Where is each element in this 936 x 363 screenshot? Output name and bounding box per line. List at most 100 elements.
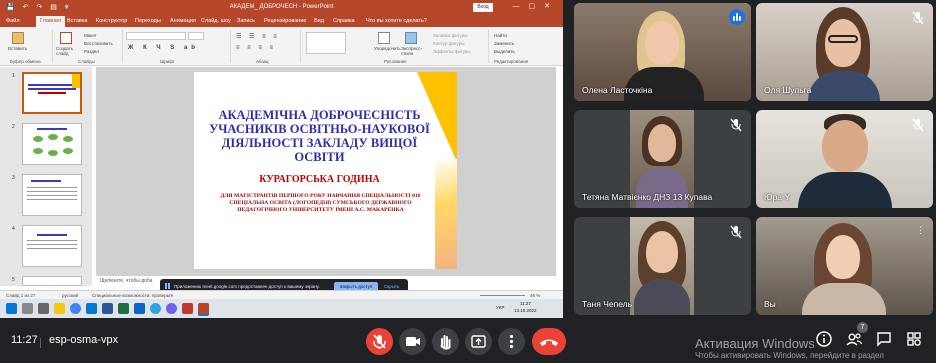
slide-thumbnail-2[interactable] xyxy=(22,123,82,165)
tab-design[interactable]: Конструктор xyxy=(96,18,127,24)
tab-file[interactable]: Файл xyxy=(6,18,20,24)
outlook-icon[interactable] xyxy=(134,303,145,314)
layout-button[interactable]: Макет xyxy=(84,33,97,38)
tab-animations[interactable]: Анимация xyxy=(170,18,196,24)
participant-tile[interactable]: Оля Шульга xyxy=(756,3,933,101)
ribbon-tabs: Файл Главная Вставка Конструктор Переход… xyxy=(0,15,563,27)
thumb-number: 3 xyxy=(12,175,15,181)
mic-off-icon xyxy=(730,225,742,239)
word-icon[interactable] xyxy=(102,303,113,314)
new-slide-button[interactable]: Создать слайд xyxy=(56,46,78,56)
viber-icon[interactable] xyxy=(166,303,177,314)
more-icon xyxy=(509,334,514,349)
arrange-button[interactable]: Упорядочить xyxy=(374,46,401,51)
new-slide-icon[interactable] xyxy=(60,32,72,44)
tab-transitions[interactable]: Переходы xyxy=(135,18,161,24)
mic-off-icon xyxy=(730,118,742,132)
raise-hand-button[interactable] xyxy=(432,328,459,355)
edge-icon[interactable] xyxy=(86,303,97,314)
hangup-icon xyxy=(540,339,558,346)
select-button[interactable]: Выделить xyxy=(494,49,515,54)
leave-call-button[interactable] xyxy=(532,328,566,355)
hide-banner-button[interactable]: Скрыть xyxy=(384,284,399,289)
activities-icon[interactable] xyxy=(905,330,923,348)
participant-tile[interactable]: Юра Y xyxy=(756,110,933,208)
participant-name: Юра Y xyxy=(764,192,791,202)
more-options-icon[interactable]: ⋮ xyxy=(916,225,925,236)
search-icon[interactable] xyxy=(22,303,33,314)
font-format-buttons[interactable]: Ж К Ч S ab xyxy=(128,45,199,51)
quick-styles-button[interactable]: Экспресс-стили xyxy=(401,46,425,56)
task-view-icon[interactable] xyxy=(38,303,49,314)
tab-review[interactable]: Рецензирование xyxy=(264,18,306,24)
font-name-field[interactable] xyxy=(126,32,186,40)
slide-thumbnail-1[interactable] xyxy=(22,72,82,114)
more-options-button[interactable] xyxy=(498,328,525,355)
participant-tile[interactable]: Олена Ласточкіна xyxy=(574,3,751,101)
tab-insert[interactable]: Вставка xyxy=(67,18,87,24)
tell-me-search[interactable]: Что вы хотите сделать? xyxy=(366,18,427,24)
telegram-icon[interactable] xyxy=(150,303,161,314)
paste-icon[interactable] xyxy=(12,32,24,44)
pause-icon xyxy=(165,283,170,289)
replace-button[interactable]: Заменить xyxy=(494,41,514,46)
participant-tile[interactable]: Тетяна Матвієнко ДНЗ 13 Купава xyxy=(574,110,751,208)
powerpoint-icon[interactable] xyxy=(198,303,209,314)
tab-help[interactable]: Справка xyxy=(333,18,355,24)
window-controls[interactable]: —▢✕ xyxy=(513,2,559,10)
windows-taskbar: УКР 11:27 13.10.2022 xyxy=(0,299,563,318)
find-button[interactable]: Найти xyxy=(494,33,507,38)
tab-home[interactable]: Главная xyxy=(36,16,65,27)
excel-icon[interactable] xyxy=(118,303,129,314)
language-indicator[interactable]: русский xyxy=(62,293,78,298)
participant-name: Оля Шульга xyxy=(764,85,812,95)
mic-off-icon xyxy=(912,118,924,132)
meeting-code: esp-osma-vpx xyxy=(49,334,119,346)
windows-activation-subtitle: Чтобы активировать Windows, перейдите в … xyxy=(695,351,884,360)
reset-button[interactable]: Восстановить xyxy=(84,41,113,46)
paste-button[interactable]: Вставить xyxy=(8,46,27,51)
mic-toggle-button[interactable] xyxy=(366,328,393,355)
font-size-field[interactable] xyxy=(188,32,204,40)
slide-counter: Слайд 1 из 27 xyxy=(6,293,36,298)
current-slide[interactable]: АКАДЕМІЧНА ДОБРОЧЕСНІСТЬ УЧАСНИКІВ ОСВІТ… xyxy=(194,72,457,269)
slide-thumbnail-3[interactable] xyxy=(22,174,82,216)
tab-slideshow[interactable]: Слайд. шоу xyxy=(201,18,231,24)
camera-toggle-button[interactable] xyxy=(399,328,426,355)
tab-view[interactable]: Вид xyxy=(314,18,324,24)
taskbar-date: 13.10.2022 xyxy=(514,308,537,313)
zoom-slider[interactable] xyxy=(480,295,525,296)
current-time: 11:27 xyxy=(11,334,38,346)
app-icon[interactable] xyxy=(182,303,193,314)
keyboard-layout[interactable]: УКР xyxy=(496,305,504,310)
slide-editor: АКАДЕМІЧНА ДОБРОЧЕСНІСТЬ УЧАСНИКІВ ОСВІТ… xyxy=(96,67,556,286)
speaking-indicator-icon xyxy=(729,9,745,25)
self-tile[interactable]: ⋮ Вы xyxy=(756,217,933,315)
zoom-level[interactable]: 46 % xyxy=(530,293,540,298)
info-icon[interactable] xyxy=(815,330,833,348)
quick-styles-icon[interactable] xyxy=(405,32,417,44)
paragraph-align-buttons[interactable]: ≡ ≡ ≡ ≡ xyxy=(236,45,276,51)
accessibility-status[interactable]: Специальные возможности: проверьте xyxy=(92,293,173,298)
section-button[interactable]: Раздел xyxy=(84,49,99,54)
slide-title: АКАДЕМІЧНА ДОБРОЧЕСНІСТЬ УЧАСНИКІВ ОСВІТ… xyxy=(209,108,430,164)
login-button[interactable]: Вход xyxy=(473,3,493,12)
raise-hand-icon xyxy=(440,335,451,350)
present-now-button[interactable] xyxy=(465,328,492,355)
ppt-titlebar: 💾 ↶ ↷ ▤ ▾ АКАДЕМ_ ДОБРОЧЕСН - PowerPoint… xyxy=(0,0,563,15)
slide-thumbnail-5[interactable] xyxy=(22,276,82,286)
mic-off-icon xyxy=(373,334,386,349)
shapes-gallery[interactable] xyxy=(306,32,346,54)
paragraph-list-buttons[interactable]: ☰ ☰ ≡ ≡ xyxy=(236,33,280,40)
arrange-icon[interactable] xyxy=(378,32,390,44)
chrome-icon[interactable] xyxy=(70,303,81,314)
shape-effects-button[interactable]: Эффекты фигуры xyxy=(433,49,471,54)
shape-fill-button[interactable]: Заливка фигуры xyxy=(433,33,467,38)
chat-icon[interactable] xyxy=(875,330,893,348)
explorer-icon[interactable] xyxy=(54,303,65,314)
slide-thumbnail-4[interactable] xyxy=(22,225,82,267)
start-icon[interactable] xyxy=(6,303,17,314)
shape-outline-button[interactable]: Контур фигуры xyxy=(433,41,464,46)
participant-tile[interactable]: Таня Чепель xyxy=(574,217,751,315)
tab-record[interactable]: Запись xyxy=(237,18,255,24)
